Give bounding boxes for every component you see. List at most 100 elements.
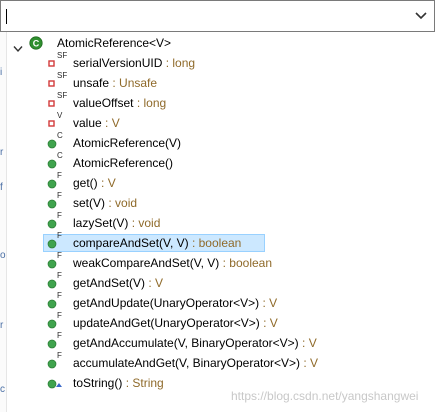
class-name-label: AtomicReference<V>: [57, 36, 172, 50]
member-label: AtomicReference(V): [73, 133, 181, 153]
member-type: : V: [97, 176, 116, 190]
member-label: get() : V: [73, 173, 116, 193]
member-label: getAndSet(V) : V: [73, 273, 163, 293]
member-label: weakCompareAndSet(V, V) : boolean: [73, 253, 272, 273]
member-name: lazySet(V): [73, 216, 129, 230]
member-label: serialVersionUID : long: [73, 53, 195, 73]
member-list: SF serialVersionUID : long SF unsafe : Unsa…: [8, 51, 437, 393]
tree-member-row[interactable]: FupdateAndGet(UnaryOperator<V>) : V: [8, 311, 437, 333]
member-name: weakCompareAndSet(V, V): [73, 256, 220, 270]
tree-member-row[interactable]: C AtomicReference(): [8, 151, 437, 173]
member-name: getAndSet(V): [73, 276, 146, 290]
gutter-mark: c: [0, 384, 5, 395]
member-label: updateAndGet(UnaryOperator<V>) : V: [73, 313, 278, 333]
gutter-mark: i: [0, 67, 3, 78]
member-label: set(V) : void: [73, 193, 137, 213]
editor-gutter-strip: i r f o r c: [0, 32, 7, 412]
tree-member-row[interactable]: C AtomicReference(V): [8, 131, 437, 153]
tree-member-row[interactable]: FgetAndAccumulate(V, BinaryOperator<V>) …: [8, 331, 437, 353]
tree-member-row[interactable]: FgetAndSet(V) : V: [8, 271, 437, 293]
member-name: AtomicReference(V): [73, 136, 182, 150]
gutter-mark: o: [0, 250, 6, 261]
modifier-badge: F: [57, 231, 62, 240]
member-type: : long: [162, 56, 196, 70]
modifier-badge: C: [57, 151, 63, 160]
modifier-badge: F: [57, 251, 62, 260]
tree-member-row[interactable]: Fget() : V: [8, 171, 437, 193]
modifier-badge: F: [57, 211, 62, 220]
member-type: : long: [133, 96, 167, 110]
member-type: : boolean: [219, 256, 273, 270]
tree-member-row[interactable]: FlazySet(V) : void: [8, 211, 437, 233]
watermark-text: https://blog.csdn.net/yangshangwei: [231, 389, 419, 403]
member-name: updateAndGet(UnaryOperator<V>): [73, 316, 260, 330]
member-label: compareAndSet(V, V) : boolean: [73, 233, 241, 253]
member-type: : String: [122, 376, 164, 390]
chevron-down-icon[interactable]: [13, 39, 23, 53]
member-type: : V: [145, 276, 164, 290]
member-name: AtomicReference(): [73, 156, 174, 170]
member-label: value : V: [73, 113, 120, 133]
member-type: : void: [128, 216, 161, 230]
member-type: : boolean: [188, 236, 242, 250]
member-type: : V: [259, 296, 278, 310]
class-icon: C: [29, 36, 43, 50]
tree-member-row[interactable]: FaccumulateAndGet(V, BinaryOperator<V>) …: [8, 351, 437, 373]
filter-input[interactable]: [5, 6, 405, 26]
member-name: toString(): [73, 376, 123, 390]
member-type: : V: [259, 316, 278, 330]
modifier-badge: V: [57, 111, 63, 120]
gutter-mark: f: [0, 182, 3, 193]
modifier-badge: F: [57, 311, 62, 320]
tree-class-node[interactable]: C AtomicReference<V>: [8, 33, 437, 53]
tree-member-row[interactable]: Fset(V) : void: [8, 191, 437, 213]
tree-member-row[interactable]: SF valueOffset : long: [8, 91, 437, 113]
gutter-mark: r: [0, 147, 4, 158]
member-name: value: [73, 116, 102, 130]
tree-member-row[interactable]: FcompareAndSet(V, V) : boolean: [8, 231, 437, 253]
modifier-badge: SF: [57, 51, 68, 60]
modifier-badge: C: [57, 131, 63, 140]
member-name: valueOffset: [73, 96, 134, 110]
member-name: set(V): [73, 196, 106, 210]
modifier-badge: SF: [57, 91, 68, 100]
modifier-badge: F: [57, 171, 62, 180]
svg-text:C: C: [33, 38, 40, 48]
public-method-override-icon: [47, 373, 63, 393]
member-name: get(): [73, 176, 98, 190]
tree-member-row[interactable]: FgetAndUpdate(UnaryOperator<V>) : V: [8, 291, 437, 313]
member-name: accumulateAndGet(V, BinaryOperator<V>): [73, 356, 301, 370]
member-label: toString() : String: [73, 373, 164, 393]
member-label: unsafe : Unsafe: [73, 73, 157, 93]
modifier-badge: SF: [57, 71, 68, 80]
member-label: getAndAccumulate(V, BinaryOperator<V>) :…: [73, 333, 317, 353]
chevron-down-icon[interactable]: [414, 10, 428, 22]
member-label: accumulateAndGet(V, BinaryOperator<V>) :…: [73, 353, 318, 373]
member-type: : void: [105, 196, 138, 210]
modifier-badge: F: [57, 271, 62, 280]
public-method-icon: F: [47, 351, 63, 373]
filter-combobox[interactable]: [0, 0, 435, 32]
modifier-badge: F: [57, 291, 62, 300]
text-caret: [6, 9, 7, 24]
outline-tree: C AtomicReference<V> SF serialVersionUID …: [8, 33, 437, 393]
member-label: valueOffset : long: [73, 93, 166, 113]
member-name: serialVersionUID: [73, 56, 163, 70]
member-label: getAndUpdate(UnaryOperator<V>) : V: [73, 293, 277, 313]
member-name: unsafe: [73, 76, 110, 90]
tree-member-row[interactable]: Vvalue : V: [8, 111, 437, 133]
member-label: AtomicReference(): [73, 153, 173, 173]
tree-member-row[interactable]: FweakCompareAndSet(V, V) : boolean: [8, 251, 437, 273]
member-type: : V: [101, 116, 120, 130]
member-label: lazySet(V) : void: [73, 213, 160, 233]
member-name: compareAndSet(V, V): [73, 236, 189, 250]
member-type: : Unsafe: [109, 76, 158, 90]
gutter-mark: r: [0, 320, 4, 331]
modifier-badge: F: [57, 191, 62, 200]
member-type: : V: [300, 356, 319, 370]
member-type: : V: [298, 336, 317, 350]
tree-member-row[interactable]: SF unsafe : Unsafe: [8, 71, 437, 93]
modifier-badge: F: [57, 331, 62, 340]
member-name: getAndAccumulate(V, BinaryOperator<V>): [73, 336, 299, 350]
tree-member-row[interactable]: SF serialVersionUID : long: [8, 51, 437, 73]
